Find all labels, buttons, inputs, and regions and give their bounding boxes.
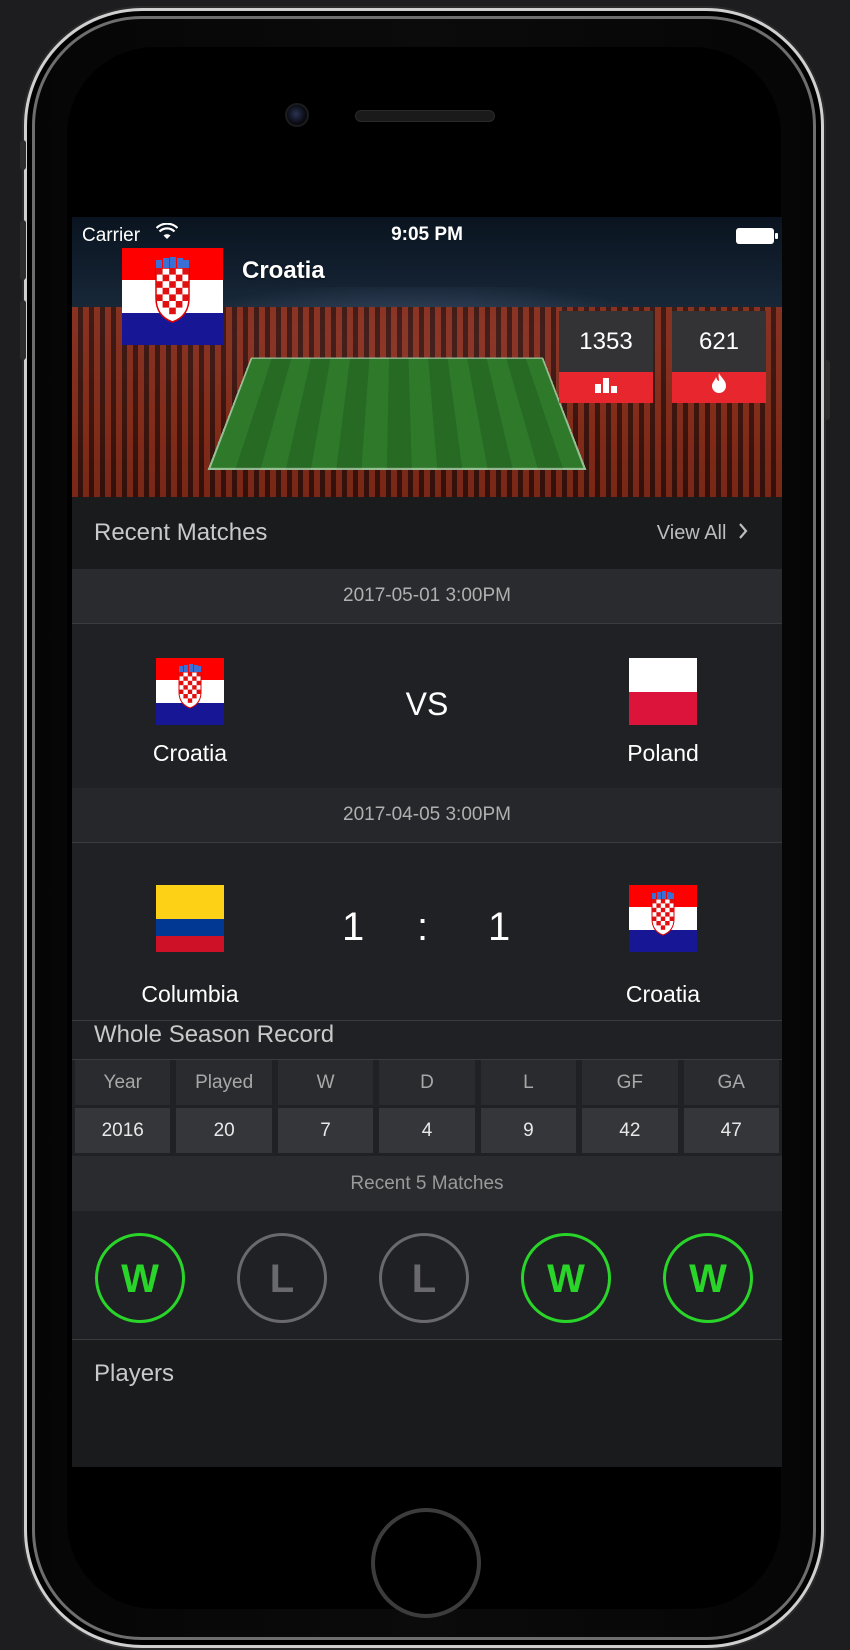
recent-matches-header: Recent Matches View All — [72, 497, 782, 569]
result-badge-loss: L — [237, 1233, 327, 1323]
recent-results: W L L W W — [72, 1211, 782, 1340]
team-name: Croatia — [242, 257, 325, 284]
away-team-name: Croatia — [625, 981, 701, 1007]
home-team-name: Columbia — [141, 981, 239, 1007]
home-button[interactable] — [371, 1508, 481, 1618]
recent-5-matches-label: Recent 5 Matches — [72, 1156, 782, 1211]
earpiece-speaker — [355, 110, 495, 122]
rank-value: 1353 — [559, 311, 653, 372]
table-cell: 2016 — [75, 1108, 171, 1153]
match-row[interactable]: Columbia 1 : 1 Croatia — [72, 843, 782, 1020]
battery-icon — [736, 228, 778, 244]
season-record-title: Whole Season Record — [94, 1021, 335, 1048]
table-header-cell: Played — [176, 1060, 272, 1105]
table-cell: 4 — [379, 1108, 475, 1153]
croatia-flag-icon — [629, 885, 697, 952]
hot-stat: 621 — [672, 311, 766, 403]
table-header-cell: GA — [683, 1060, 779, 1105]
table-row: 2016 20 7 4 9 42 47 — [72, 1108, 782, 1153]
players-header: Players — [72, 1340, 782, 1467]
view-all-label: View All — [656, 522, 727, 544]
home-score: 1 — [342, 905, 365, 949]
stadium-header: Carrier 9:05 PM Croatia 1353 621 — [72, 217, 782, 497]
away-score: 1 — [488, 905, 511, 949]
result-badge-win: W — [521, 1233, 611, 1323]
colombia-flag-icon — [156, 885, 224, 952]
status-bar: Carrier 9:05 PM — [72, 222, 782, 249]
side-button — [20, 300, 26, 360]
table-cell: 42 — [582, 1108, 678, 1153]
home-team-name: Croatia — [152, 740, 228, 766]
away-team-name: Poland — [627, 740, 699, 766]
front-camera — [285, 103, 309, 127]
table-cell: 47 — [683, 1108, 779, 1153]
side-button — [20, 140, 26, 170]
result-badge-win: W — [95, 1233, 185, 1323]
table-header-cell: W — [277, 1060, 374, 1105]
season-record-header: Whole Season Record — [72, 1021, 782, 1060]
bar-chart-icon — [559, 372, 653, 403]
table-header-cell: GF — [582, 1060, 678, 1105]
croatia-flag-icon — [122, 248, 223, 345]
app-screen: Carrier 9:05 PM Croatia 1353 621 Recent … — [72, 217, 782, 1467]
hot-value: 621 — [672, 311, 766, 372]
clock-time: 9:05 PM — [391, 224, 463, 245]
poland-flag-icon — [629, 658, 697, 725]
table-header-row: Year Played W D L GF GA — [72, 1060, 782, 1105]
stadium-pitch — [207, 357, 587, 470]
match-date: 2017-05-01 3:00PM — [72, 569, 782, 623]
players-title: Players — [94, 1360, 175, 1387]
table-cell: 7 — [277, 1108, 374, 1153]
flame-icon — [672, 372, 766, 403]
table-header-cell: Year — [75, 1060, 171, 1105]
score-separator: : — [417, 905, 429, 949]
chevron-right-icon — [738, 522, 748, 545]
side-button — [20, 220, 26, 280]
table-cell: 9 — [480, 1108, 577, 1153]
season-record-table: Year Played W D L GF GA 2016 20 7 4 9 42… — [72, 1060, 782, 1153]
view-all-link[interactable]: View All — [657, 522, 748, 545]
table-header-cell: D — [379, 1060, 475, 1105]
result-badge-win: W — [663, 1233, 753, 1323]
result-badge-loss: L — [379, 1233, 469, 1323]
match-row[interactable]: Croatia VS Poland — [72, 624, 782, 788]
table-header-cell: L — [480, 1060, 577, 1105]
side-button — [824, 360, 830, 420]
rank-stat: 1353 — [559, 311, 653, 403]
recent-matches-title: Recent Matches — [94, 519, 268, 546]
match-date: 2017-04-05 3:00PM — [72, 788, 782, 842]
table-cell: 20 — [176, 1108, 272, 1153]
